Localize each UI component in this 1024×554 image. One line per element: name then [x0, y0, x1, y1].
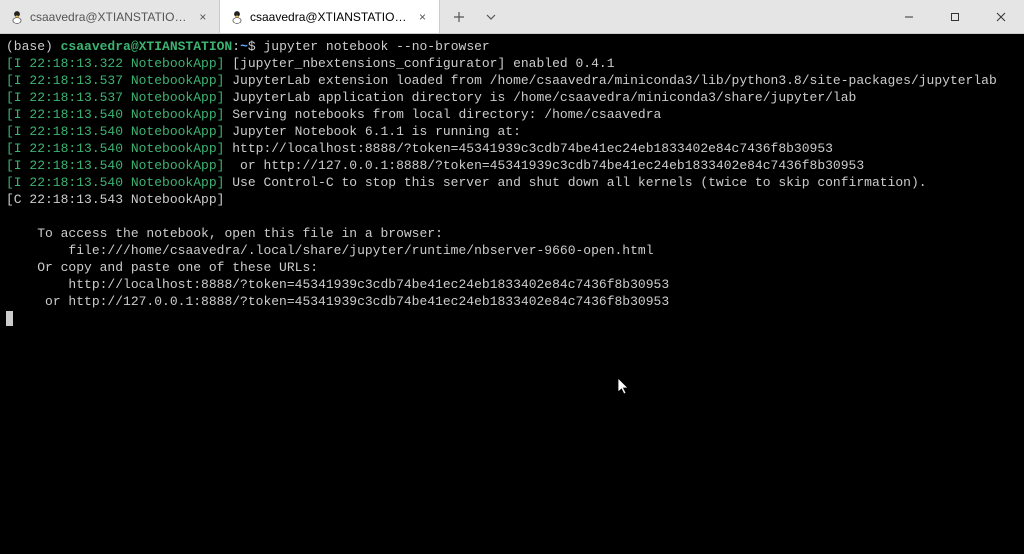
- tabs: csaavedra@XTIANSTATION: /mr × csaavedra@…: [0, 0, 440, 33]
- terminal-cursor: [6, 311, 13, 326]
- log-msg: or http://127.0.0.1:8888/?token=45341939…: [6, 294, 669, 309]
- log-msg: [jupyter_nbextensions_configurator] enab…: [224, 56, 614, 71]
- tab-1-close-icon[interactable]: ×: [195, 8, 211, 26]
- log-msg: Jupyter Notebook 6.1.1 is running at:: [224, 124, 520, 139]
- log-tag: [I 22:18:13.540 NotebookApp]: [6, 158, 224, 173]
- log-tag: [I 22:18:13.537 NotebookApp]: [6, 90, 224, 105]
- tux-icon: [10, 10, 24, 24]
- tux-icon: [230, 10, 244, 24]
- titlebar-drag-region[interactable]: [510, 0, 886, 33]
- title-bar: csaavedra@XTIANSTATION: /mr × csaavedra@…: [0, 0, 1024, 34]
- log-msg: http://localhost:8888/?token=45341939c3c…: [6, 277, 669, 292]
- tab-2[interactable]: csaavedra@XTIANSTATION: ~ ×: [220, 0, 440, 33]
- log-tag: [I 22:18:13.540 NotebookApp]: [6, 107, 224, 122]
- minimize-button[interactable]: [886, 0, 932, 33]
- log-msg: JupyterLab extension loaded from /home/c…: [224, 73, 996, 88]
- new-tab-button[interactable]: [446, 4, 472, 30]
- mouse-pointer-icon: [586, 360, 631, 419]
- tab-2-label: csaavedra@XTIANSTATION: ~: [250, 10, 408, 24]
- command-text: jupyter notebook --no-browser: [263, 39, 489, 54]
- tab-1[interactable]: csaavedra@XTIANSTATION: /mr ×: [0, 0, 220, 33]
- window-controls: [886, 0, 1024, 33]
- log-msg: or http://127.0.0.1:8888/?token=45341939…: [224, 158, 864, 173]
- log-msg: JupyterLab application directory is /hom…: [224, 90, 856, 105]
- log-msg: To access the notebook, open this file i…: [6, 226, 443, 241]
- terminal[interactable]: (base) csaavedra@XTIANSTATION:~$ jupyter…: [0, 34, 1024, 554]
- prompt-path: ~: [240, 39, 248, 54]
- close-button[interactable]: [978, 0, 1024, 33]
- maximize-button[interactable]: [932, 0, 978, 33]
- prompt-sep: :: [232, 39, 240, 54]
- tab-2-close-icon[interactable]: ×: [414, 8, 431, 26]
- log-msg: Or copy and paste one of these URLs:: [6, 260, 318, 275]
- log-msg: Serving notebooks from local directory: …: [224, 107, 661, 122]
- prompt-base: (base): [6, 39, 61, 54]
- log-tag: [I 22:18:13.540 NotebookApp]: [6, 141, 224, 156]
- log-tag: [I 22:18:13.322 NotebookApp]: [6, 56, 224, 71]
- log-tag: [I 22:18:13.537 NotebookApp]: [6, 73, 224, 88]
- tab-controls: [440, 0, 510, 33]
- log-tag: [I 22:18:13.540 NotebookApp]: [6, 124, 224, 139]
- prompt-user-host: csaavedra@XTIANSTATION: [61, 39, 233, 54]
- tab-1-label: csaavedra@XTIANSTATION: /mr: [30, 10, 189, 24]
- prompt-sigil: $: [248, 39, 264, 54]
- log-tag: [C 22:18:13.543 NotebookApp]: [6, 192, 224, 207]
- log-tag: [I 22:18:13.540 NotebookApp]: [6, 175, 224, 190]
- log-msg: http://localhost:8888/?token=45341939c3c…: [224, 141, 833, 156]
- log-msg: Use Control-C to stop this server and sh…: [224, 175, 926, 190]
- log-msg: file:///home/csaavedra/.local/share/jupy…: [6, 243, 654, 258]
- tab-dropdown-button[interactable]: [478, 4, 504, 30]
